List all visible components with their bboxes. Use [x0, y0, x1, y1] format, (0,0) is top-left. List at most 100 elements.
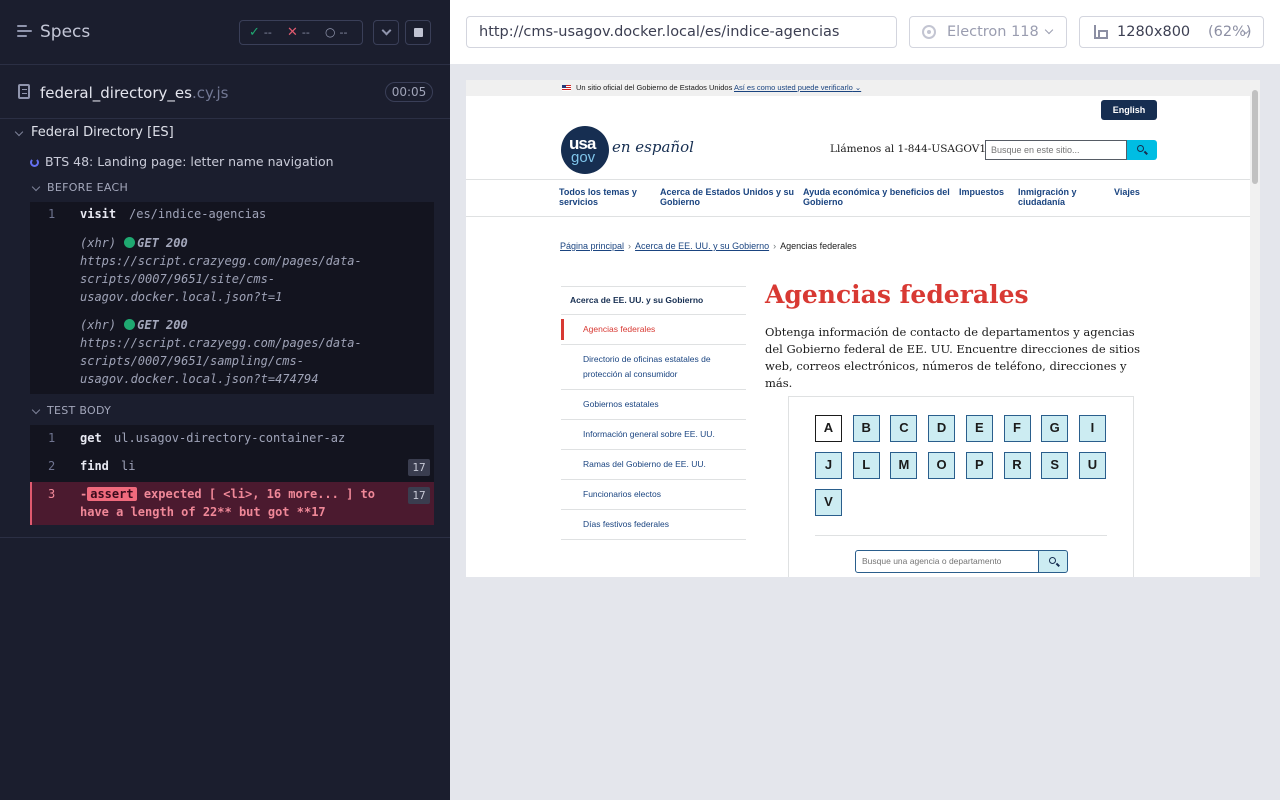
nav-item-topics[interactable]: Todos los temas y servicios [559, 187, 637, 207]
before-each-hook-header[interactable]: BEFORE EACH [0, 181, 450, 197]
stop-button[interactable] [405, 20, 431, 45]
letter-button-d[interactable]: D [928, 415, 956, 442]
letter-button-e[interactable]: E [965, 415, 993, 442]
breadcrumb-current: Agencias federales [780, 241, 857, 251]
sidenav-item-agencias[interactable]: Agencias federales [561, 314, 746, 344]
nav-item-taxes[interactable]: Impuestos [959, 187, 1004, 197]
site-search-input[interactable]: Busque en este sitio... [985, 140, 1127, 160]
page-intro: Obtenga información de contacto de depar… [765, 325, 1140, 390]
banner-text: Un sitio oficial del Gobierno de Estados… [576, 83, 733, 92]
sidenav-item-branches[interactable]: Ramas del Gobierno de EE. UU. [561, 449, 746, 479]
letter-button-u[interactable]: U [1078, 452, 1106, 479]
letter-button-l[interactable]: L [852, 452, 880, 479]
spec-file-row[interactable]: federal_directory_es.cy.js 00:05 [0, 64, 450, 119]
letter-button-s[interactable]: S [1041, 452, 1069, 479]
viewport-size: 1280x800 [1117, 24, 1191, 40]
side-navigation: Acerca de EE. UU. y su Gobierno Agencias… [561, 286, 746, 540]
command-log-panel: Specs ✓ -- ✕ -- ○ -- federal_directory_es.c… [0, 0, 450, 800]
xhr-log-entry[interactable]: (xhr) GET 200 https://script.crazyegg.com… [80, 234, 380, 306]
nav-item-about-us[interactable]: Acerca de Estados Unidos y su Gobierno [660, 187, 794, 207]
test-title[interactable]: BTS 48: Landing page: letter name naviga… [45, 154, 334, 169]
letter-button-g[interactable]: G [1041, 415, 1069, 442]
usagov-logo[interactable]: usa gov [561, 126, 609, 174]
sidenav-item-state-governments[interactable]: Gobiernos estatales [561, 389, 746, 419]
letter-button-c[interactable]: C [890, 415, 918, 442]
command-name: get [80, 431, 102, 445]
test-stats: ✓ -- ✕ -- ○ -- [239, 20, 363, 45]
letter-button-m[interactable]: M [890, 452, 918, 479]
before-each-commands: 1 visit /es/indice-agencias (xhr) GET 200… [30, 202, 434, 394]
browser-selector[interactable]: Electron 118 [909, 16, 1067, 48]
assert-tag: assert [87, 487, 137, 501]
divider [466, 179, 1250, 180]
duration-badge: 00:05 [385, 82, 433, 102]
breadcrumb-parent-link[interactable]: Acerca de EE. UU. y su Gobierno [635, 241, 769, 251]
letter-button-f[interactable]: F [1003, 415, 1031, 442]
letter-button-b[interactable]: B [852, 415, 880, 442]
letter-button-r[interactable]: R [1003, 452, 1031, 479]
agency-search-input[interactable]: Busque una agencia o departamento [855, 550, 1039, 573]
suite-row[interactable]: Federal Directory [ES] [0, 124, 450, 144]
scrollbar-thumb[interactable] [1252, 90, 1258, 184]
document-icon [18, 84, 30, 99]
chevron-down-icon [381, 25, 392, 36]
test-body-commands: 1 get ul.usagov-directory-container-az 2… [30, 425, 434, 482]
letter-button-i[interactable]: I [1078, 415, 1106, 442]
xhr-log-entry[interactable]: (xhr) GET 200 https://script.crazyegg.com… [80, 316, 380, 388]
breadcrumb-home-link[interactable]: Página principal [560, 241, 624, 251]
english-language-button[interactable]: English [1101, 100, 1157, 120]
letter-button-a[interactable]: A [815, 415, 842, 442]
viewport-selector[interactable]: 1280x800 (62%) [1079, 16, 1264, 48]
command-number: 3 [48, 487, 56, 501]
letter-button-o[interactable]: O [928, 452, 956, 479]
breadcrumb: Página principal › Acerca de EE. UU. y su … [560, 241, 857, 251]
agency-search-button[interactable] [1038, 550, 1068, 573]
failed-assertion-row[interactable]: 3 - assert expected [ <li>, 16 more... ] … [30, 482, 434, 525]
nav-item-benefits[interactable]: Ayuda económica y beneficios del Gobierno [803, 187, 950, 207]
letter-button-v[interactable]: V [815, 489, 842, 516]
az-directory-container: ABCDEFGI JLMOPRSU V Busque una agencia o d… [788, 396, 1134, 577]
check-icon: ✓ [249, 25, 260, 40]
specs-header: Specs ✓ -- ✕ -- ○ -- [0, 0, 450, 64]
chevron-down-icon [31, 405, 41, 415]
test-body-header[interactable]: TEST BODY [0, 404, 450, 420]
suite-title[interactable]: Federal Directory [ES] [31, 125, 174, 140]
sidenav-heading[interactable]: Acerca de EE. UU. y su Gobierno [561, 286, 746, 314]
banner-verify-link[interactable]: Así es como usted puede verificarlo ⌄ [734, 83, 861, 92]
cross-icon: ✕ [287, 25, 298, 40]
app-preview-frame: Un sitio oficial del Gobierno de Estados… [466, 80, 1260, 577]
sidenav-item-holidays[interactable]: Días festivos federales [561, 509, 746, 540]
divider [466, 216, 1250, 217]
nav-item-travel[interactable]: Viajes [1114, 187, 1140, 197]
url-bar[interactable]: http://cms-usagov.docker.local/es/indice… [466, 16, 897, 48]
breadcrumb-separator-icon: › [628, 241, 632, 251]
command-number: 2 [48, 459, 56, 473]
command-message: li [121, 459, 136, 473]
letter-button-j[interactable]: J [815, 452, 842, 479]
passed-stat: ✓ -- [249, 25, 272, 40]
test-row[interactable]: BTS 48: Landing page: letter name naviga… [0, 153, 450, 173]
element-count-badge: 17 [408, 487, 430, 504]
scrollbar[interactable] [1250, 80, 1260, 577]
letter-button-p[interactable]: P [965, 452, 993, 479]
command-message: ul.usagov-directory-container-az [114, 431, 346, 445]
failed-stat: ✕ -- [287, 25, 310, 40]
spec-file-name[interactable]: federal_directory_es.cy.js [40, 84, 228, 102]
sidenav-item-general-info[interactable]: Información general sobre EE. UU. [561, 419, 746, 449]
before-each-label: BEFORE EACH [47, 181, 129, 194]
sidenav-item-elected-officials[interactable]: Funcionarios electos [561, 479, 746, 509]
specs-title[interactable]: Specs [40, 22, 90, 42]
search-icon [1137, 145, 1144, 152]
sidenav-item-consumer-offices[interactable]: Directorio de oficinas estatales de prot… [561, 344, 746, 389]
aut-toolbar: http://cms-usagov.docker.local/es/indice… [450, 0, 1280, 64]
status-success-icon [124, 319, 136, 330]
options-dropdown-button[interactable] [373, 20, 399, 45]
nav-item-immigration[interactable]: Inmigración y ciudadanía [1018, 187, 1077, 207]
assertion-message-line2: have a length of 22** but got **17 [80, 505, 326, 519]
command-message: /es/indice-agencias [129, 207, 267, 221]
specs-list-icon[interactable] [17, 25, 32, 39]
site-search-button[interactable] [1127, 140, 1157, 160]
search-icon [1049, 557, 1056, 564]
phone-number: Llámenos al 1-844-USAGOV1 [830, 143, 987, 155]
viewport-icon [1094, 25, 1108, 39]
